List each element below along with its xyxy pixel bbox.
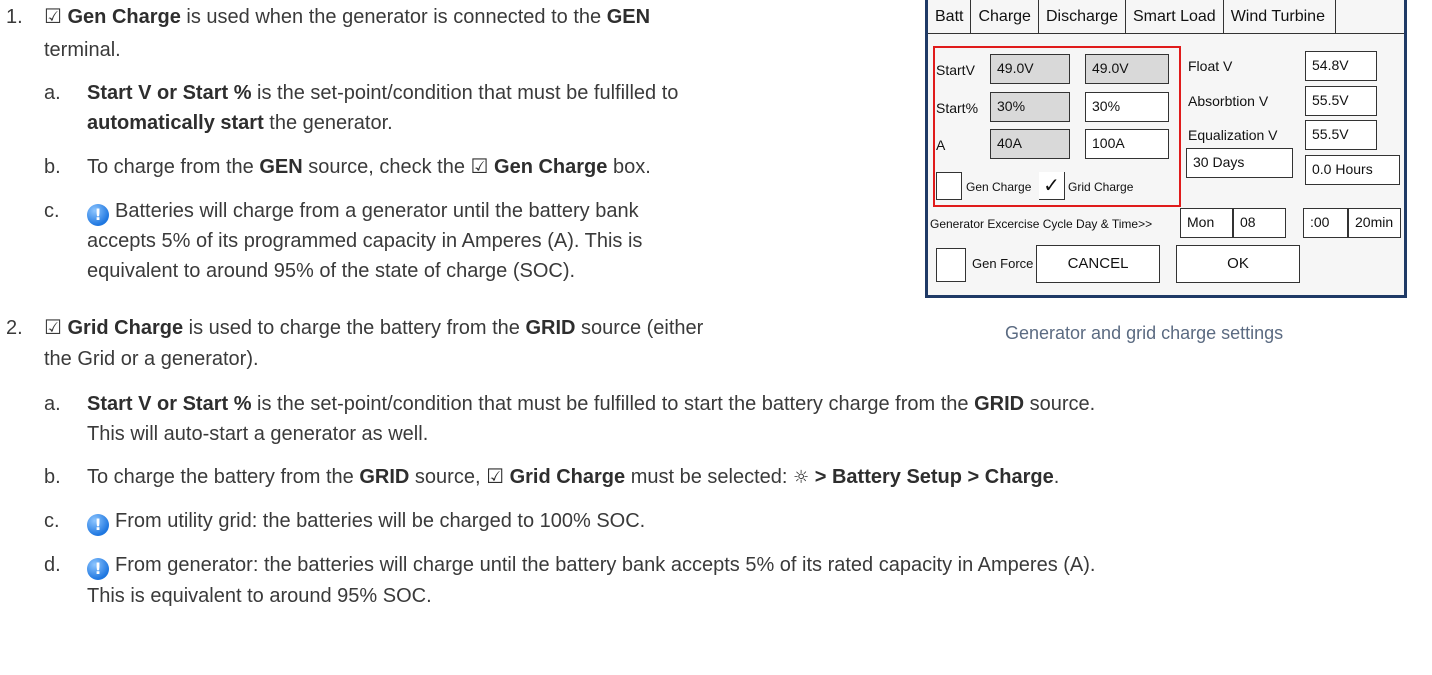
startv-gen-field[interactable]: 49.0V <box>990 54 1070 84</box>
grid-charge-checkbox[interactable]: ✓ <box>1039 172 1065 200</box>
item-2d-letter: d. <box>44 554 61 576</box>
grid-charge-term: Grid Charge <box>61 317 184 339</box>
item-1a-letter: a. <box>44 82 61 104</box>
item-1-number: 1. <box>6 6 23 28</box>
item-2a-line-1: Start V or Start % is the set-point/cond… <box>87 393 1096 415</box>
item-1b-letter: b. <box>44 156 61 178</box>
startv-label: StartV <box>936 62 975 78</box>
tab-charge[interactable]: Charge <box>971 0 1039 33</box>
exercise-hour-field[interactable]: 08 <box>1233 208 1286 238</box>
info-icon: ! <box>87 204 109 226</box>
float-v-label: Float V <box>1188 58 1233 74</box>
startpct-label: Start% <box>936 100 979 116</box>
checkbox-checked-icon: ☑ <box>44 6 62 28</box>
item-2d-line-2: This is equivalent to around 95% SOC. <box>87 585 432 607</box>
grid-charge-label: Grid Charge <box>1068 180 1134 194</box>
item-1b-line: To charge from the GEN source, check the… <box>87 156 651 178</box>
gen-charge-term: Gen Charge <box>67 6 181 28</box>
item-2-line-1: ☑ Grid Charge is used to charge the batt… <box>44 317 704 339</box>
gen-charge-checkbox[interactable] <box>936 172 962 200</box>
figure-caption: Generator and grid charge settings <box>1005 323 1284 343</box>
gen-charge-label: Gen Charge <box>966 180 1032 194</box>
absorption-v-field[interactable]: 55.5V <box>1305 86 1377 116</box>
checkbox-checked-icon: ☑ <box>44 317 62 339</box>
exercise-cycle-label: Generator Excercise Cycle Day & Time>> <box>930 217 1153 231</box>
startpct-grid-field[interactable]: 30% <box>1085 92 1169 122</box>
item-2-number: 2. <box>6 317 23 339</box>
float-v-field[interactable]: 54.8V <box>1305 51 1377 81</box>
gear-icon: ☼ <box>793 467 810 488</box>
item-1c-line-2: accepts 5% of its programmed capacity in… <box>87 230 643 252</box>
item-2-line-2: the Grid or a generator). <box>44 348 259 370</box>
tab-wind-turbine[interactable]: Wind Turbine <box>1223 0 1336 33</box>
item-2b-line: To charge the battery from the GRID sour… <box>87 466 1060 488</box>
charge-settings-screenshot: Batt Charge Discharge Smart Load Wind Tu… <box>925 0 1407 298</box>
info-icon: ! <box>87 558 109 580</box>
cancel-button[interactable]: CANCEL <box>1036 245 1160 283</box>
tab-batt[interactable]: Batt <box>928 0 972 33</box>
equalization-v-field[interactable]: 55.5V <box>1305 120 1377 150</box>
item-1-line-2: terminal. <box>44 39 121 61</box>
tab-bar: Batt Charge Discharge Smart Load Wind Tu… <box>928 0 1404 34</box>
item-2d-line-1: ! From generator: the batteries will char… <box>87 550 1095 581</box>
amps-label: A <box>936 137 946 153</box>
item-1-line-1: ☑ Gen Charge is used when the generator … <box>44 6 651 28</box>
item-2a-line-2: This will auto-start a generator as well… <box>87 423 429 445</box>
item-2a-letter: a. <box>44 393 61 415</box>
item-2b-letter: b. <box>44 466 61 488</box>
tab-discharge[interactable]: Discharge <box>1038 0 1126 33</box>
absorption-v-label: Absorbtion V <box>1188 93 1269 109</box>
item-2c-line: ! From utility grid: the batteries will b… <box>87 506 645 537</box>
exercise-minute-field[interactable]: :00 <box>1303 208 1348 238</box>
startv-grid-field[interactable]: 49.0V <box>1085 54 1169 84</box>
item-1c-line-1: ! Batteries will charge from a generator … <box>87 196 639 227</box>
exercise-duration-field[interactable]: 20min <box>1348 208 1401 238</box>
amps-grid-field[interactable]: 100A <box>1085 129 1169 159</box>
item-2c-letter: c. <box>44 510 60 532</box>
item-1a-line-2: automatically start the generator. <box>87 112 393 134</box>
gen-force-checkbox[interactable] <box>936 248 966 282</box>
gen-force-label: Gen Force <box>972 256 1034 271</box>
item-1c-line-3: equivalent to around 95% of the state of… <box>87 260 576 282</box>
exercise-day-field[interactable]: Mon <box>1180 208 1233 238</box>
item-1c-letter: c. <box>44 200 60 222</box>
amps-gen-field[interactable]: 40A <box>990 129 1070 159</box>
item-1a-line-1: Start V or Start % is the set-point/cond… <box>87 82 679 104</box>
checkbox-checked-icon: ☑ <box>486 466 505 488</box>
info-icon: ! <box>87 514 109 536</box>
tab-smart-load[interactable]: Smart Load <box>1125 0 1224 33</box>
equalization-v-label: Equalization V <box>1188 127 1278 143</box>
equalization-hours-field[interactable]: 0.0 Hours <box>1305 155 1400 185</box>
equalization-days-field[interactable]: 30 Days <box>1186 148 1293 178</box>
startpct-gen-field[interactable]: 30% <box>990 92 1070 122</box>
ok-button[interactable]: OK <box>1176 245 1300 283</box>
checkbox-checked-icon: ☑ <box>470 156 489 178</box>
